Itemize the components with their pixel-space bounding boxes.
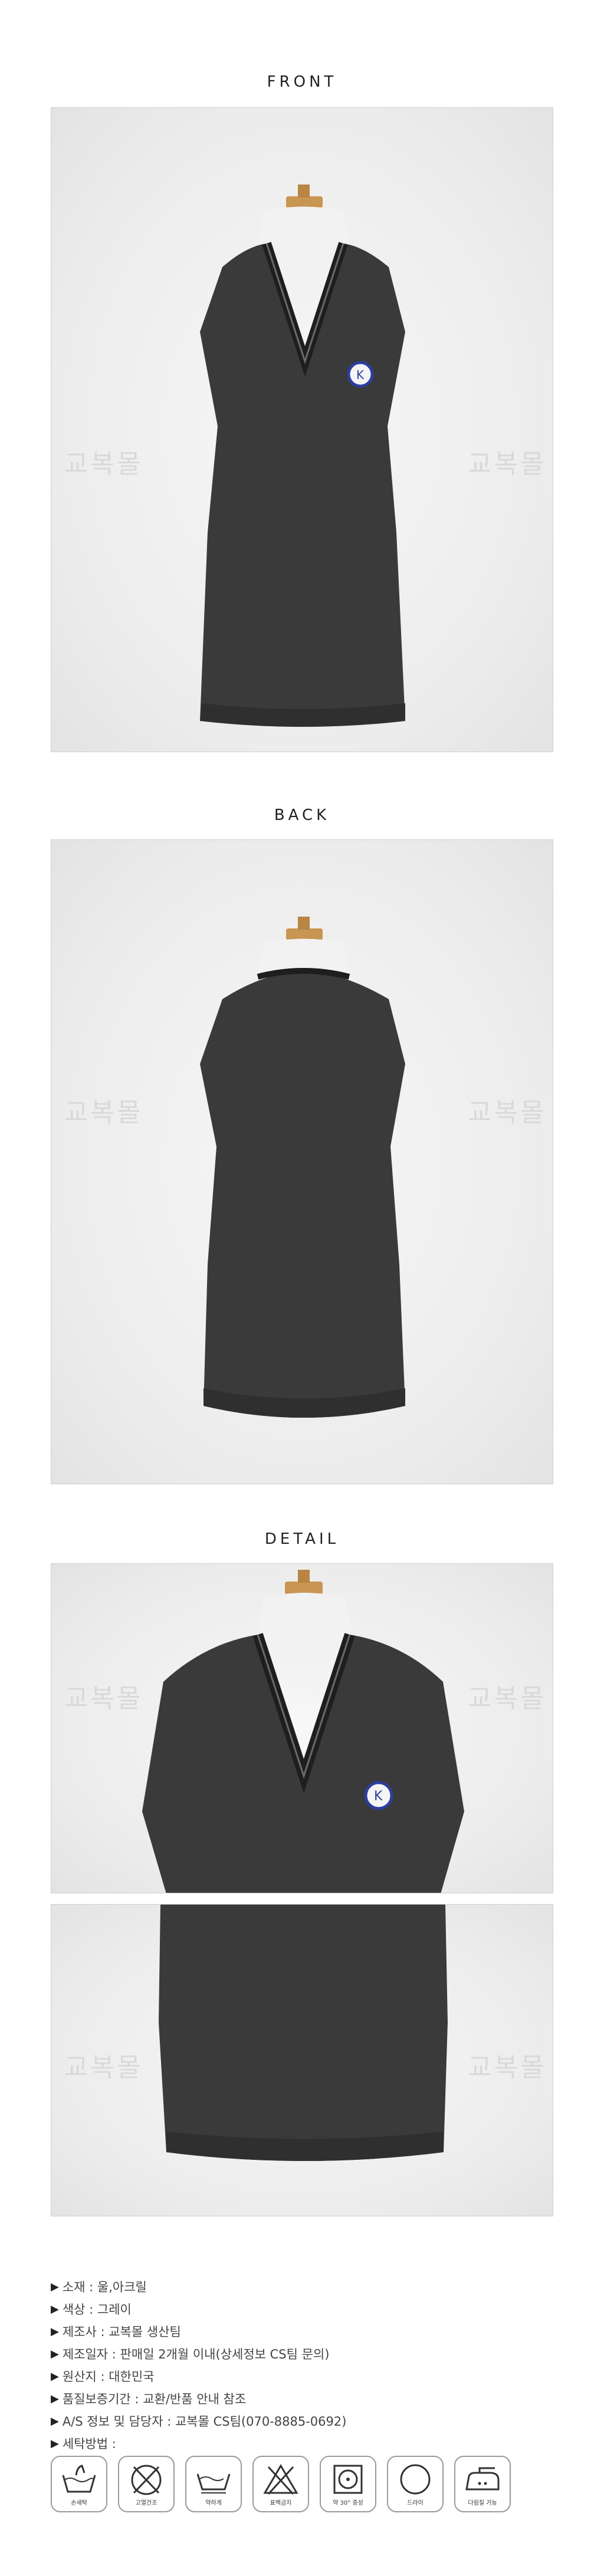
bullet-arrow-icon: ▶ xyxy=(51,2437,59,2450)
bullet-arrow-icon: ▶ xyxy=(51,2302,59,2315)
gentle-wash-icon: 약하게 xyxy=(185,2456,242,2512)
spec-as-info: ▶ A/S 정보 및 담당자 : 교복몰 CS팀(070-8885-0692) xyxy=(51,2414,347,2429)
hand-wash-icon: 손세탁 xyxy=(51,2456,107,2512)
product-spec-list: ▶ 소재 : 울,아크릴 ▶ 색상 : 그레이 ▶ 제조사 : 교복몰 생산팀 ▶ 제조… xyxy=(51,2275,558,2455)
no-bleach-icon: 표백금지 xyxy=(252,2456,309,2512)
spec-wash-method: ▶ 세탁방법 : xyxy=(51,2437,116,2451)
section-title-back: BACK xyxy=(274,806,330,824)
bullet-arrow-icon: ▶ xyxy=(51,2325,59,2338)
vest-front-image: K xyxy=(200,185,405,727)
bullet-arrow-icon: ▶ xyxy=(51,2280,59,2293)
spec-material: ▶ 소재 : 울,아크릴 xyxy=(51,2280,147,2294)
bullet-arrow-icon: ▶ xyxy=(51,2414,59,2427)
detail-photo-bottom: 교복몰 교복몰 xyxy=(51,1904,553,2216)
section-title-front: FRONT xyxy=(267,73,337,91)
vest-back-image xyxy=(200,917,405,1418)
spec-color: ▶ 색상 : 그레이 xyxy=(51,2302,132,2317)
wash-30-icon: 약 30° 중성 xyxy=(320,2456,376,2512)
detail-photo-top: 교복몰 교복몰 K xyxy=(51,1563,553,1893)
iron-icon: 다림질 가능 xyxy=(454,2456,511,2512)
tumble-dry-prohibited-icon: 고열건조 xyxy=(118,2456,175,2512)
spec-origin: ▶ 원산지 : 대한민국 xyxy=(51,2370,155,2384)
bullet-arrow-icon: ▶ xyxy=(51,2392,59,2405)
front-photo: 교복몰 교복몰 K xyxy=(51,107,553,752)
bullet-arrow-icon: ▶ xyxy=(51,2347,59,2360)
bullet-arrow-icon: ▶ xyxy=(51,2370,59,2383)
spec-manufacturer: ▶ 제조사 : 교복몰 생산팀 xyxy=(51,2325,181,2339)
svg-text:K: K xyxy=(356,368,365,382)
care-icons: 손세탁 고열건조 약하게 표백금지 약 30° 중성 드라이 다림질 가능 xyxy=(51,2456,511,2512)
vest-detail-top-image: K xyxy=(142,1570,464,1893)
section-title-detail: DETAIL xyxy=(264,1530,340,1548)
spec-manufacture-date: ▶ 제조일자 : 판매일 2개월 이내(상세정보 CS팀 문의) xyxy=(51,2347,330,2361)
back-photo: 교복몰 교복몰 xyxy=(51,839,553,1484)
dry-clean-icon: 드라이 xyxy=(387,2456,444,2512)
svg-text:K: K xyxy=(374,1789,383,1804)
vest-detail-bottom-image xyxy=(159,1905,448,2161)
spec-warranty: ▶ 품질보증기간 : 교환/반품 안내 참조 xyxy=(51,2392,247,2406)
